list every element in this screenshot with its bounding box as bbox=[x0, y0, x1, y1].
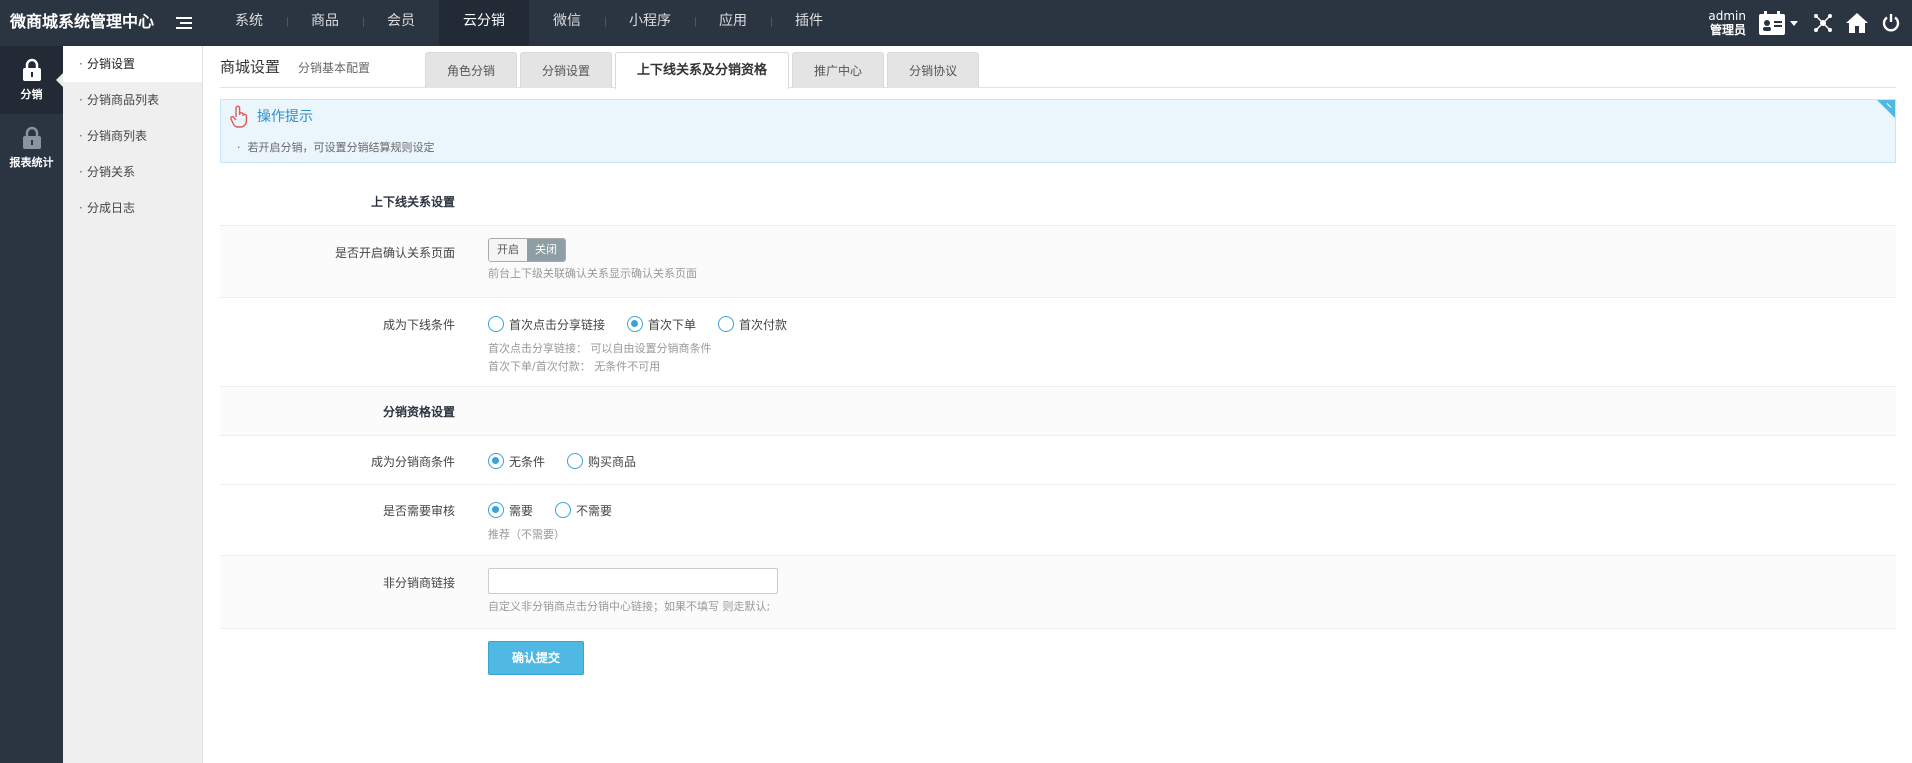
page-subtitle: 分销基本配置 bbox=[298, 61, 371, 75]
nav-system[interactable]: 系统 bbox=[211, 0, 287, 46]
user-info[interactable]: admin 管理员 bbox=[1708, 9, 1746, 37]
help-text: 推荐（不需要） bbox=[488, 528, 565, 541]
field-label: 是否需要审核 bbox=[382, 504, 455, 518]
tip-text: · 若开启分销，可设置分销结算规则设定 bbox=[237, 141, 435, 154]
tip-text-content: 若开启分销，可设置分销结算规则设定 bbox=[247, 141, 435, 154]
downline-radio-group: 首次点击分享链接 首次下单 首次付款 bbox=[488, 314, 809, 334]
profile-card-icon[interactable] bbox=[1758, 10, 1806, 36]
lock-icon bbox=[22, 126, 41, 149]
power-icon[interactable] bbox=[1874, 0, 1908, 46]
field-label: 成为分销商条件 bbox=[370, 455, 455, 469]
submenu-item-logs[interactable]: 分成日志 bbox=[63, 190, 202, 226]
app-title: 微商城系统管理中心 bbox=[10, 12, 155, 31]
section-title: 分销资格设置 bbox=[382, 405, 455, 419]
iconbar-item-distribution[interactable]: 分销 bbox=[0, 46, 63, 114]
row-audit: 是否需要审核 需要 不需要 推荐（不需要） bbox=[220, 485, 1896, 556]
section-header-relations: 上下线关系设置 bbox=[220, 177, 1896, 226]
field-label: 成为下线条件 bbox=[382, 318, 455, 332]
toggle-on-option[interactable]: 开启 bbox=[489, 239, 527, 261]
tab-bar: 角色分销 分销设置 上下线关系及分销资格 推广中心 分销协议 bbox=[425, 52, 982, 89]
tip-box: 操作提示 · 若开启分销，可设置分销结算规则设定 bbox=[220, 99, 1896, 163]
help-text: 前台上下级关联确认关系显示确认关系页面 bbox=[488, 267, 697, 280]
top-bar: 微商城系统管理中心 系统 商品 会员 云分销 微信 小程序 应用 插件 admi… bbox=[0, 0, 1912, 46]
toggle-off-option[interactable]: 关闭 bbox=[527, 239, 565, 261]
main-content: 商城设置 分销基本配置 角色分销 分销设置 上下线关系及分销资格 推广中心 分销… bbox=[220, 46, 1896, 689]
tab-role-distribution[interactable]: 角色分销 bbox=[425, 52, 518, 88]
tip-title: 操作提示 bbox=[257, 109, 313, 125]
main-nav: 系统 商品 会员 云分销 微信 小程序 应用 插件 bbox=[211, 0, 847, 46]
audit-radio-group: 需要 不需要 bbox=[488, 500, 634, 520]
confirm-page-toggle[interactable]: 开启 关闭 bbox=[488, 238, 566, 262]
tab-distribution-settings[interactable]: 分销设置 bbox=[520, 52, 613, 88]
iconbar-label: 分销 bbox=[20, 88, 43, 101]
tab-promotion-center[interactable]: 推广中心 bbox=[792, 52, 885, 88]
nav-apps[interactable]: 应用 bbox=[695, 0, 771, 46]
submenu-item-relations[interactable]: 分销关系 bbox=[63, 154, 202, 190]
help-text: 首次下单/首次付款： 无条件不可用 bbox=[488, 360, 661, 373]
row-confirm-page: 是否开启确认关系页面 开启 关闭 前台上下级关联确认关系显示确认关系页面 bbox=[220, 226, 1896, 298]
pointing-hand-icon bbox=[230, 105, 248, 128]
iconbar-label: 报表统计 bbox=[9, 156, 54, 169]
icon-sidebar: 分销 报表统计 bbox=[0, 46, 63, 763]
radio-no-condition[interactable]: 无条件 bbox=[488, 453, 545, 470]
sub-menu: 分销设置 分销商品列表 分销商列表 分销关系 分成日志 bbox=[63, 46, 203, 763]
tab-distribution-agreement[interactable]: 分销协议 bbox=[887, 52, 980, 88]
section-header-qualification: 分销资格设置 bbox=[220, 387, 1896, 436]
iconbar-item-reports[interactable]: 报表统计 bbox=[0, 114, 63, 182]
user-name: admin bbox=[1708, 9, 1746, 23]
radio-first-payment[interactable]: 首次付款 bbox=[718, 316, 787, 333]
row-non-distributor-link: 非分销商链接 自定义非分销商点击分销中心链接；如果不填写 则走默认; bbox=[220, 556, 1896, 629]
field-label: 是否开启确认关系页面 bbox=[334, 246, 455, 260]
field-label: 非分销商链接 bbox=[382, 576, 455, 590]
submenu-item-distributors[interactable]: 分销商列表 bbox=[63, 118, 202, 154]
home-icon[interactable] bbox=[1840, 0, 1874, 46]
page-title: 商城设置 bbox=[220, 58, 281, 76]
lock-icon bbox=[22, 58, 41, 81]
nav-member[interactable]: 会员 bbox=[363, 0, 439, 46]
menu-toggle-icon[interactable] bbox=[176, 17, 192, 30]
chevron-down-icon bbox=[1790, 20, 1798, 26]
non-distributor-link-input[interactable] bbox=[488, 568, 778, 594]
nav-miniprogram[interactable]: 小程序 bbox=[605, 0, 695, 46]
tab-relations-qualification[interactable]: 上下线关系及分销资格 bbox=[615, 52, 790, 89]
radio-buy-goods[interactable]: 购买商品 bbox=[567, 453, 636, 470]
row-downline-condition: 成为下线条件 首次点击分享链接 首次下单 首次付款 首次点击分享链接： 可以自由… bbox=[220, 298, 1896, 387]
settings-form: 上下线关系设置 是否开启确认关系页面 开启 关闭 前台上下级关联确认关系显示确认… bbox=[220, 177, 1896, 689]
radio-audit-not-required[interactable]: 不需要 bbox=[555, 502, 612, 519]
radio-first-order[interactable]: 首次下单 bbox=[627, 316, 696, 333]
help-text: 自定义非分销商点击分销中心链接；如果不填写 则走默认; bbox=[488, 600, 771, 613]
cluster-icon[interactable] bbox=[1806, 0, 1840, 46]
radio-first-click[interactable]: 首次点击分享链接 bbox=[488, 316, 605, 333]
nav-wechat[interactable]: 微信 bbox=[529, 0, 605, 46]
submit-button[interactable]: 确认提交 bbox=[488, 641, 584, 675]
nav-plugins[interactable]: 插件 bbox=[771, 0, 847, 46]
help-text: 首次点击分享链接： 可以自由设置分销商条件 bbox=[488, 342, 712, 355]
become-radio-group: 无条件 购买商品 bbox=[488, 451, 658, 471]
submenu-item-goods[interactable]: 分销商品列表 bbox=[63, 82, 202, 118]
submenu-item-settings[interactable]: 分销设置 bbox=[63, 46, 202, 82]
nav-goods[interactable]: 商品 bbox=[287, 0, 363, 46]
user-role: 管理员 bbox=[1709, 23, 1746, 37]
section-title: 上下线关系设置 bbox=[370, 195, 455, 209]
row-become-distributor: 成为分销商条件 无条件 购买商品 bbox=[220, 436, 1896, 485]
nav-distribution[interactable]: 云分销 bbox=[439, 0, 529, 46]
radio-audit-required[interactable]: 需要 bbox=[488, 502, 533, 519]
